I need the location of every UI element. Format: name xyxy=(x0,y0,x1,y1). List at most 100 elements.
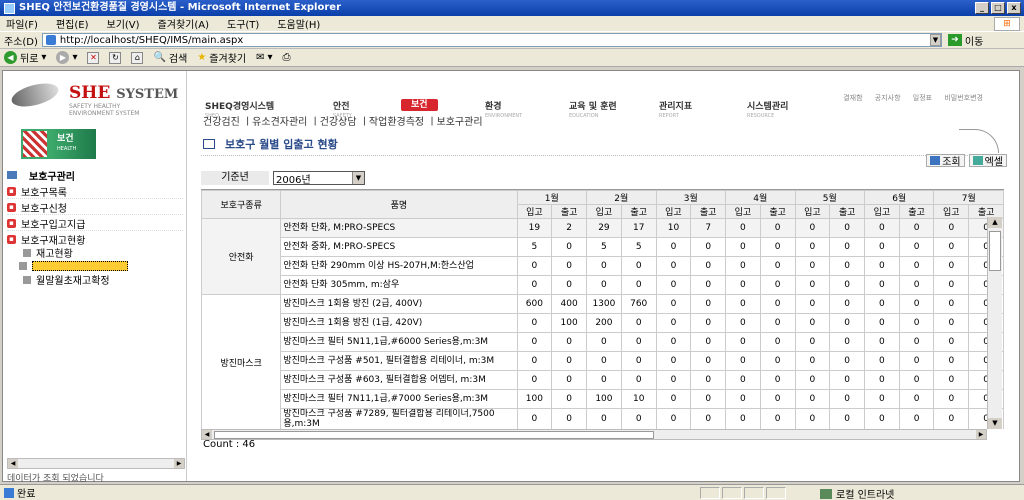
table-row[interactable]: 안전화 중화, M:PRO-SPECS50550000000000 xyxy=(202,237,1004,257)
util-schedule[interactable]: 일정표 xyxy=(913,94,932,102)
sidebar-item-ppe-list[interactable]: ▪ 보호구목록 xyxy=(7,184,183,199)
sub-navigation[interactable]: 건강검진 ㅣ유소견자관리 ㅣ건강상담 ㅣ작업환경측정 ㅣ보호구관리 xyxy=(203,113,1003,128)
query-label: 조회 xyxy=(942,157,961,168)
qty-cell: 0 xyxy=(759,408,796,429)
address-dropdown-icon[interactable]: ▼ xyxy=(929,34,941,46)
qty-cell: 0 xyxy=(898,256,935,276)
col-header-month[interactable]: 6월 xyxy=(863,190,935,205)
query-icon xyxy=(930,156,941,165)
util-notice[interactable]: 공지사항 xyxy=(875,94,901,102)
qty-cell: 0 xyxy=(585,351,622,371)
home-button[interactable]: ⌂ xyxy=(131,51,144,64)
qty-cell: 0 xyxy=(898,313,935,333)
qty-cell: 100 xyxy=(585,389,622,409)
col-header-type[interactable]: 보호구종류 xyxy=(201,190,282,219)
scroll-right-icon[interactable]: ▶ xyxy=(174,459,184,468)
menu-tools[interactable]: 도구(T) xyxy=(227,16,259,31)
qty-cell: 0 xyxy=(655,351,692,371)
sidebar-item-ppe-request[interactable]: ▪ 보호구신청 xyxy=(7,200,183,215)
nav-health[interactable]: 보건 xyxy=(401,97,438,111)
go-button[interactable]: ➜ 이동 xyxy=(947,33,983,48)
grid-vertical-scrollbar[interactable]: ▲ ▼ xyxy=(987,217,1002,429)
scroll-left-icon[interactable]: ◀ xyxy=(202,430,212,439)
col-header-month[interactable]: 5월 xyxy=(794,190,865,205)
col-header-month[interactable]: 3월 xyxy=(655,190,727,205)
table-row[interactable]: 방진마스크 1회용 방진 (1급, 420V) 0 100 200 0 0 0 0 0 0 0 0 0 0… xyxy=(202,313,1004,333)
she-system-logo[interactable]: SHE SYSTEM SAFETY HEALTHY ENVIRONMENT SY… xyxy=(9,79,179,121)
sidebar-subitem-month-close[interactable]: 월말월초재고확정 xyxy=(23,272,183,287)
home-icon: ⌂ xyxy=(131,51,144,64)
search-button[interactable]: 🔍 검색 xyxy=(153,50,187,65)
qty-cell: 0 xyxy=(655,389,692,409)
favorites-button[interactable]: ★ 즐겨찾기 xyxy=(197,50,246,65)
item-name-cell: 방진마스크 구성품 #7289, 필터결합용 리테이너,7500용,m:3M xyxy=(280,408,518,429)
sidebar-subitem-selected[interactable] xyxy=(19,258,179,273)
scroll-left-icon[interactable]: ◀ xyxy=(8,459,18,468)
red-box-icon: ▪ xyxy=(7,235,16,244)
scroll-thumb[interactable] xyxy=(214,431,654,439)
qty-cell: 19 xyxy=(516,218,553,238)
table-row[interactable]: 방진마스크 필터 7N11,1급,#7000 Series용,m:3M 100 0 1… xyxy=(202,389,1004,409)
forward-button[interactable]: ▶ ▾ xyxy=(56,51,77,64)
address-input[interactable]: http://localhost/SHEQ/IMS/main.aspx ▼ xyxy=(41,33,942,47)
mail-button[interactable]: ✉ ▾ xyxy=(256,52,272,63)
menu-edit[interactable]: 편집(E) xyxy=(56,16,89,31)
qty-cell: 0 xyxy=(863,275,900,295)
table-row[interactable]: 방진마스크 구성품 #7289, 필터결합용 리테이너,7500용,m:3M 0 0… xyxy=(202,408,1004,429)
table-row[interactable]: 안전화 단화 290mm 이상 HS-207H,M:한스산업 0 0 0 0 0 0 0 0 0 0… xyxy=(202,256,1004,276)
qty-cell: 0 xyxy=(794,294,831,314)
title-divider xyxy=(201,155,1004,165)
back-button[interactable]: ◀ 뒤로 ▾ xyxy=(4,50,46,65)
sidebar-item-label: 보호구목록 xyxy=(21,187,67,199)
year-select[interactable]: 2006년 ▼ xyxy=(273,171,365,186)
qty-cell: 0 xyxy=(725,218,761,238)
util-password[interactable]: 비밀번호변경 xyxy=(944,94,983,102)
table-row[interactable]: 방진마스크 방진마스크 1회용 방진 (2급, 400V) 600 400 1300 76… xyxy=(201,294,1004,429)
col-header-month[interactable]: 7월 xyxy=(933,190,1004,205)
qty-cell: 0 xyxy=(585,332,622,352)
header-row-months: 보호구종류 품명 1월 2월 3월 4월 5월 6월 7월 xyxy=(201,190,1004,219)
table-row[interactable]: 방진마스크 필터 5N11,1급,#6000 Series용,m:3M 0 0 0 0 0… xyxy=(202,332,1004,352)
menu-file[interactable]: 파일(F) xyxy=(6,16,38,31)
table-row[interactable]: 방진마스크 구성품 #501, 필터결합용 리테이너, m:3M 0 0 0 0 0 0 0 0… xyxy=(202,351,1004,371)
col-header-name[interactable]: 품명 xyxy=(280,190,518,219)
qty-cell: 400 xyxy=(551,294,587,314)
close-button[interactable]: x xyxy=(1007,2,1021,14)
grid-horizontal-scrollbar[interactable]: ◀ ▶ xyxy=(201,429,987,440)
qty-cell: 0 xyxy=(690,294,727,314)
stop-button[interactable]: ✕ xyxy=(87,51,100,64)
qty-cell: 5 xyxy=(620,237,657,257)
table-row[interactable]: 안전화안전화 단화, M:PRO-SPECS192291710700000000 xyxy=(201,218,1004,295)
sidebar-item-ppe-issue[interactable]: ▪ 보호구입고지급 xyxy=(7,216,183,231)
refresh-button[interactable]: ↻ xyxy=(109,51,122,64)
go-arrow-icon: ➜ xyxy=(947,34,962,46)
left-horizontal-scrollbar[interactable]: ◀ ▶ xyxy=(7,458,185,469)
sidebar-item-label: 월말월초재고확정 xyxy=(36,276,110,287)
top-navigation: 결재함 공지사항 일정표 비밀번호변경 SHEQ경영시스템 SHEQ 안전 SAFE… xyxy=(203,91,1003,119)
col-header-month[interactable]: 2월 xyxy=(585,190,657,205)
maximize-button[interactable]: □ xyxy=(991,2,1005,14)
stop-icon: ✕ xyxy=(87,51,100,64)
qty-cell: 0 xyxy=(759,218,796,238)
qty-cell: 0 xyxy=(933,351,970,371)
col-header-month[interactable]: 4월 xyxy=(725,190,796,205)
scroll-right-icon[interactable]: ▶ xyxy=(976,430,986,439)
col-header-month[interactable]: 1월 xyxy=(516,190,587,205)
search-query-button[interactable]: 조회 xyxy=(926,154,965,168)
qty-cell: 0 xyxy=(759,237,796,257)
menu-view[interactable]: 보기(V) xyxy=(107,16,140,31)
table-row[interactable]: 안전화 단화 305mm, m:삼우00000000000000 xyxy=(202,275,1004,295)
print-button[interactable]: ⎙ xyxy=(283,52,291,63)
red-box-icon: ▪ xyxy=(7,202,16,212)
util-approval[interactable]: 결재함 xyxy=(843,94,862,102)
excel-button[interactable]: 엑셀 xyxy=(968,154,1007,168)
qty-cell: 0 xyxy=(759,313,796,333)
scroll-thumb[interactable] xyxy=(989,231,1001,271)
table-row[interactable]: 방진마스크 구성품 #603, 필터결합용 어뎁터, m:3M 0 0 0 0 0 0 0 0 0… xyxy=(202,370,1004,390)
menu-favorites[interactable]: 즐겨찾기(A) xyxy=(158,16,209,31)
scroll-down-icon[interactable]: ▼ xyxy=(988,418,1002,429)
menu-help[interactable]: 도움말(H) xyxy=(277,16,320,31)
nav-label: SHEQ경영시스템 xyxy=(205,102,275,112)
minimize-button[interactable]: _ xyxy=(975,2,989,14)
scroll-up-icon[interactable]: ▲ xyxy=(988,217,1002,228)
